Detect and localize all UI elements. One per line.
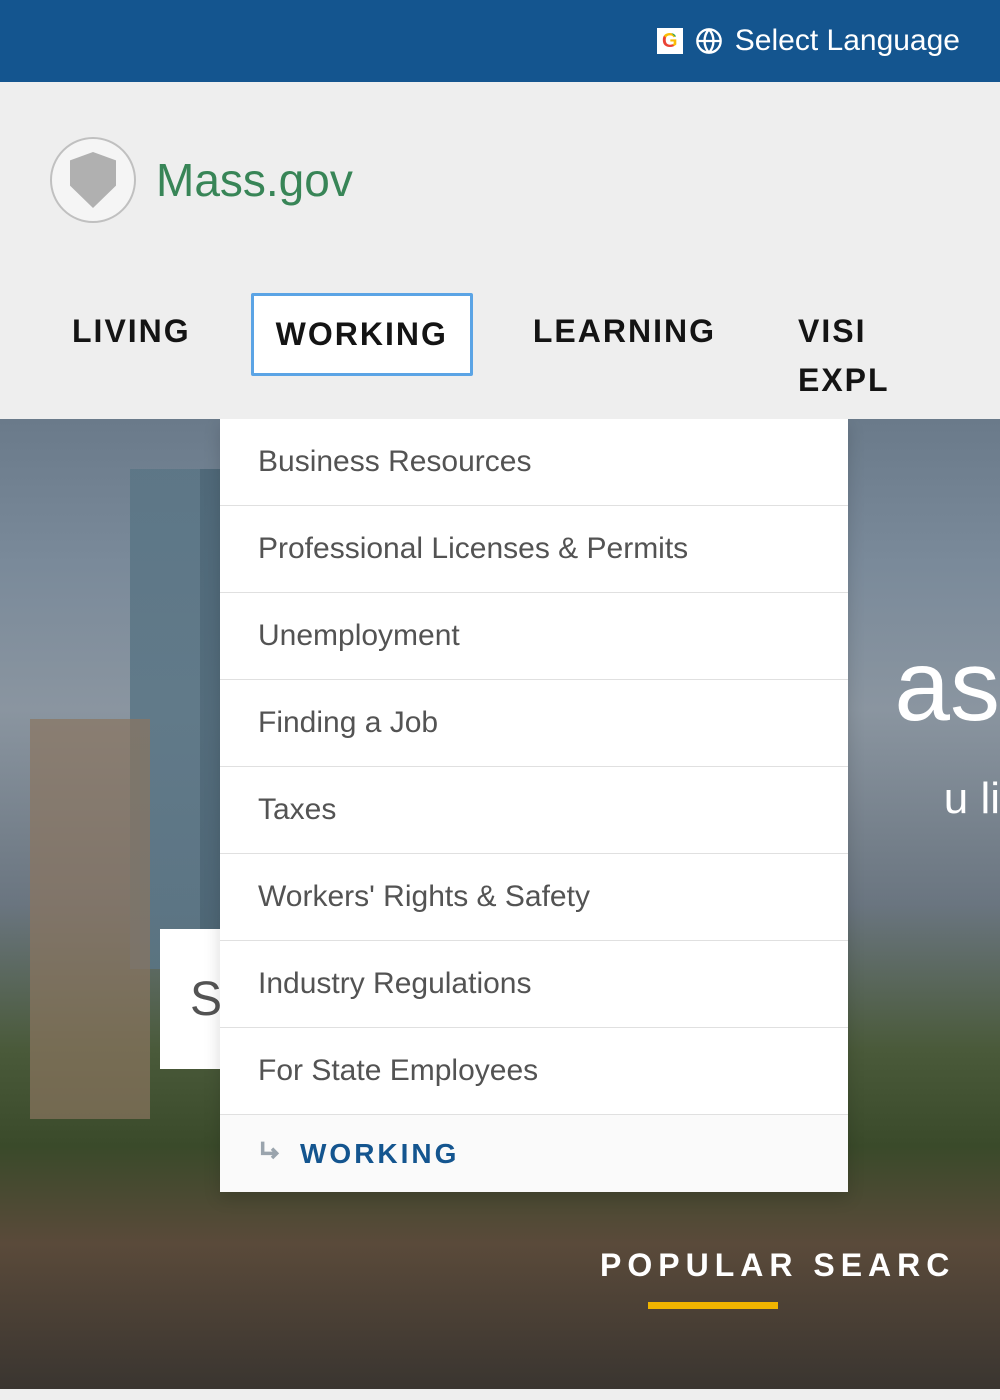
logo-row[interactable]: Mass.gov: [50, 137, 950, 223]
dropdown-item-state-employees[interactable]: For State Employees: [220, 1028, 848, 1115]
dropdown-footer-label: WORKING: [300, 1138, 459, 1170]
primary-nav: LIVING WORKING LEARNING VISI EXPL: [50, 293, 950, 419]
hero-title-fragment: as: [894, 629, 1000, 744]
return-arrow-icon: [258, 1137, 286, 1170]
dropdown-footer-link[interactable]: WORKING: [220, 1115, 848, 1192]
nav-item-visiting-partial[interactable]: VISI: [776, 293, 912, 356]
hero: Business Resources Professional Licenses…: [0, 419, 1000, 1389]
site-name: Mass.gov: [156, 153, 353, 207]
hero-subtitle-fragment: u li: [944, 774, 1000, 824]
popular-searches-heading: POPULAR SEARC: [600, 1247, 955, 1284]
header: Mass.gov LIVING WORKING LEARNING VISI EX…: [0, 82, 1000, 419]
nav-item-learning[interactable]: LEARNING: [511, 293, 738, 370]
accent-underline: [648, 1302, 778, 1309]
dropdown-item-professional-licenses[interactable]: Professional Licenses & Permits: [220, 506, 848, 593]
search-box-fragment[interactable]: S: [160, 929, 220, 1069]
dropdown-item-finding-a-job[interactable]: Finding a Job: [220, 680, 848, 767]
state-seal-icon: [50, 137, 136, 223]
working-dropdown: Business Resources Professional Licenses…: [220, 419, 848, 1192]
nav-item-living[interactable]: LIVING: [50, 293, 213, 370]
globe-icon[interactable]: [695, 27, 723, 55]
dropdown-item-taxes[interactable]: Taxes: [220, 767, 848, 854]
nav-item-working[interactable]: WORKING: [251, 293, 473, 376]
dropdown-item-industry-regulations[interactable]: Industry Regulations: [220, 941, 848, 1028]
select-language-link[interactable]: Select Language: [735, 24, 960, 58]
google-translate-icon[interactable]: G: [657, 28, 683, 54]
hero-building-graphic-2: [30, 719, 150, 1119]
dropdown-item-unemployment[interactable]: Unemployment: [220, 593, 848, 680]
utility-top-bar: G Select Language: [0, 0, 1000, 82]
nav-item-exploring-partial[interactable]: EXPL: [776, 356, 912, 419]
dropdown-item-workers-rights[interactable]: Workers' Rights & Safety: [220, 854, 848, 941]
dropdown-item-business-resources[interactable]: Business Resources: [220, 419, 848, 506]
